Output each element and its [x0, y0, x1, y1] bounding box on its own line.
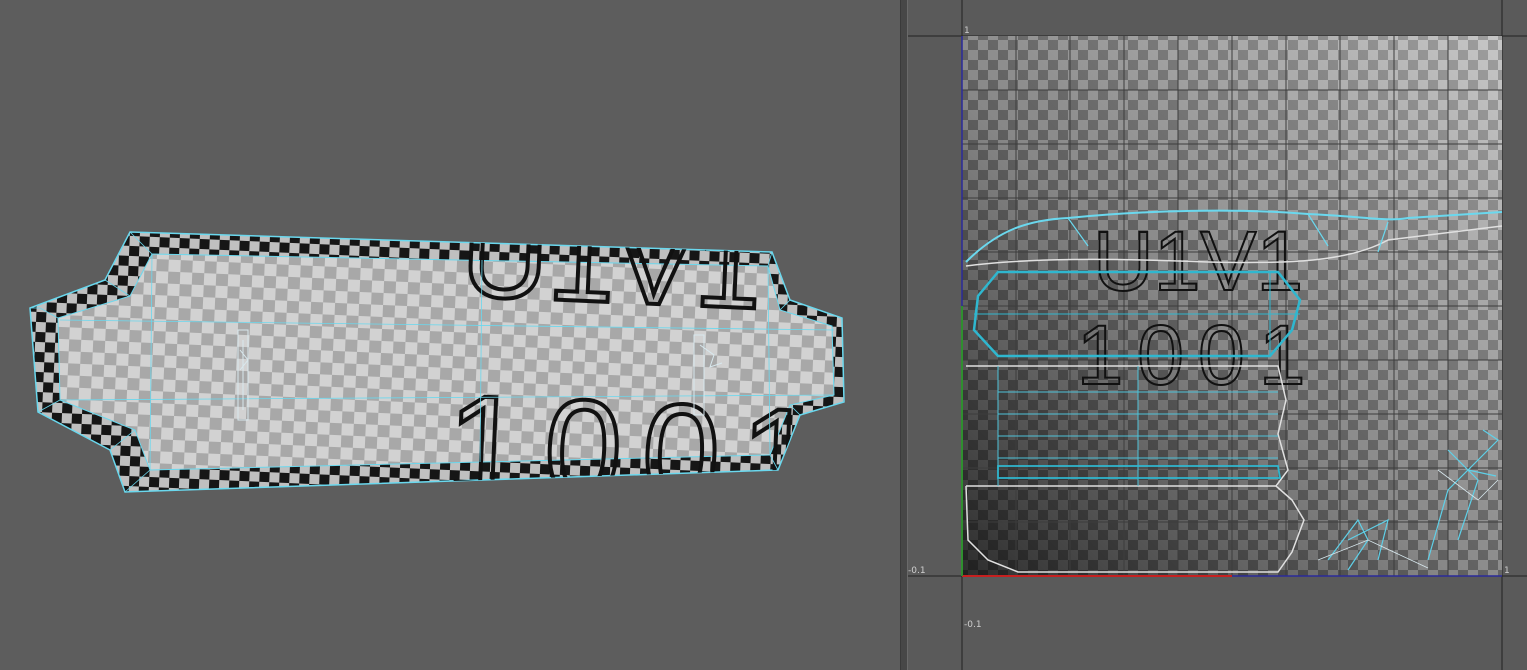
u-axis-label-right: 1	[1504, 566, 1510, 576]
svg-text:U1V1: U1V1	[459, 188, 765, 335]
uv-editor[interactable]: U1V1 1001 -0.1 -0.1 1 1	[908, 0, 1527, 670]
v-axis-label-top: 1	[964, 26, 970, 36]
uv-canvas[interactable]: U1V1 1001	[908, 0, 1527, 670]
panel-divider[interactable]	[900, 0, 908, 670]
viewport-3d[interactable]: U1V1 1001	[0, 0, 900, 670]
u-axis-label-bottom: -0.1	[964, 620, 982, 630]
viewport-canvas[interactable]: U1V1 1001	[0, 0, 900, 670]
v-axis-label-bottom: -0.1	[908, 566, 926, 576]
svg-text:1001: 1001	[443, 365, 841, 539]
